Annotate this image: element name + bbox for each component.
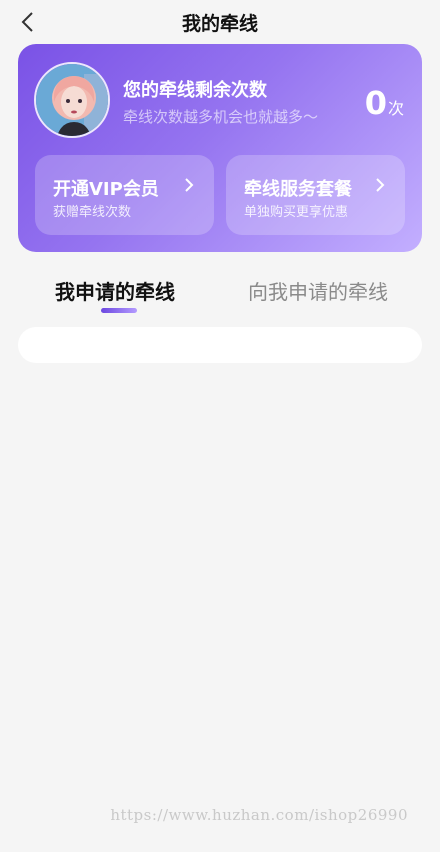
chevron-left-icon bbox=[21, 12, 33, 32]
remaining-count: 0 次 bbox=[365, 84, 404, 122]
tab-bar: 我申请的牵线 向我申请的牵线 bbox=[0, 266, 440, 316]
chevron-right-icon bbox=[185, 178, 194, 192]
card-subtitle: 牵线次数越多机会也就越多～ bbox=[123, 108, 319, 126]
chevron-right-icon bbox=[376, 178, 385, 192]
vip-button[interactable]: 开通VIP会员 获赠牵线次数 bbox=[35, 155, 214, 235]
card-title: 您的牵线剩余次数 bbox=[123, 80, 267, 101]
tab-my-requests[interactable]: 我申请的牵线 bbox=[55, 276, 175, 305]
list-container bbox=[18, 327, 422, 363]
vip-desc: 获赠牵线次数 bbox=[53, 205, 132, 220]
vip-title: 开通VIP会员 bbox=[53, 179, 159, 200]
page-title: 我的牵线 bbox=[181, 12, 258, 35]
remaining-count-card: 您的牵线剩余次数 牵线次数越多机会也就越多～ 0 次 开通VIP会员 获赠牵线次… bbox=[18, 44, 422, 252]
service-desc: 单独购买更享优惠 bbox=[244, 205, 349, 220]
service-title: 牵线服务套餐 bbox=[244, 179, 352, 200]
header: 我的牵线 bbox=[0, 0, 440, 44]
service-package-button[interactable]: 牵线服务套餐 单独购买更享优惠 bbox=[226, 155, 405, 235]
tab-requests-to-me[interactable]: 向我申请的牵线 bbox=[248, 276, 388, 305]
count-number: 0 bbox=[364, 84, 387, 122]
count-unit: 次 bbox=[387, 99, 404, 118]
back-button[interactable] bbox=[12, 6, 44, 38]
watermark: https://www.huzhan.com/ishop26990 bbox=[110, 806, 408, 824]
tab-indicator bbox=[101, 308, 137, 313]
avatar bbox=[34, 62, 110, 138]
